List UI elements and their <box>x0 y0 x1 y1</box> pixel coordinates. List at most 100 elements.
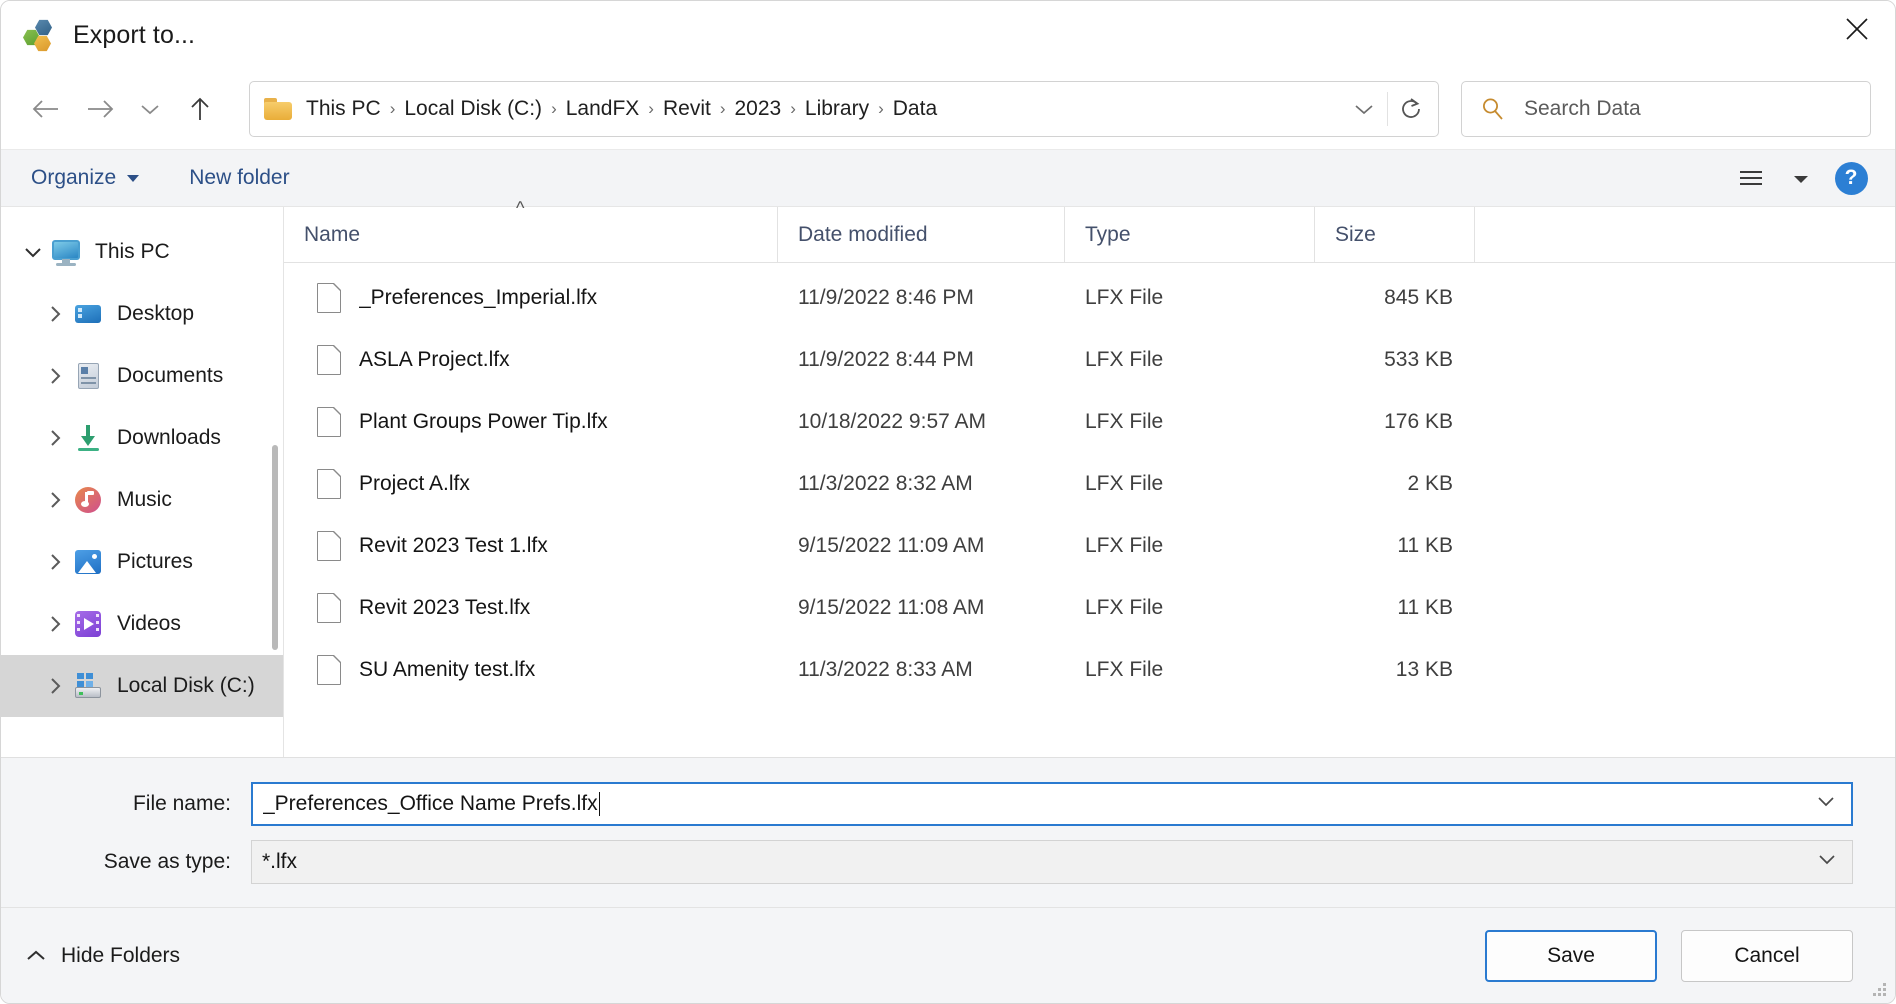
breadcrumb-item-revit[interactable]: Revit <box>657 93 717 125</box>
navigation-tree: This PC Desktop Documents Downloads Musi… <box>1 207 284 757</box>
sidebar-item-local-disk-c[interactable]: Local Disk (C:) <box>1 655 283 717</box>
file-size: 2 KB <box>1407 472 1453 495</box>
file-name-input[interactable]: _Preferences_Office Name Prefs.lfx <box>251 782 1853 826</box>
window-title: Export to... <box>73 20 196 49</box>
file-icon <box>317 406 342 437</box>
file-date: 10/18/2022 9:57 AM <box>798 410 986 433</box>
resize-grip-icon[interactable] <box>1873 983 1887 997</box>
expand-chevron-right-icon[interactable] <box>37 428 73 448</box>
new-folder-button[interactable]: New folder <box>189 166 289 190</box>
file-name-cell: _Preferences_Imperial.lfx <box>284 282 778 313</box>
file-type: LFX File <box>1085 596 1164 619</box>
help-button[interactable]: ? <box>1831 158 1871 198</box>
new-folder-label: New folder <box>189 166 290 189</box>
column-header-size[interactable]: Size <box>1315 207 1475 262</box>
monitor-icon <box>51 237 81 267</box>
expand-chevron-right-icon[interactable] <box>37 366 73 386</box>
pictures-icon <box>73 547 103 577</box>
forward-button[interactable] <box>73 85 127 133</box>
save-button[interactable]: Save <box>1485 929 1657 982</box>
table-row[interactable]: ASLA Project.lfx 11/9/2022 8:44 PM LFX F… <box>284 329 1895 391</box>
disk-icon <box>73 671 103 701</box>
sidebar-item-downloads[interactable]: Downloads <box>1 407 283 469</box>
sidebar-item-music[interactable]: Music <box>1 469 283 531</box>
back-button[interactable] <box>19 85 73 133</box>
column-header-name[interactable]: ^ Name <box>284 198 778 262</box>
column-header-label: Date modified <box>798 222 928 246</box>
file-type: LFX File <box>1085 348 1164 371</box>
chevron-down-icon <box>127 174 140 182</box>
title-bar: Export to... <box>1 1 1895 69</box>
music-icon <box>73 485 103 515</box>
expand-chevron-right-icon[interactable] <box>37 552 73 572</box>
close-icon <box>1846 18 1868 40</box>
sidebar-scrollbar[interactable] <box>272 445 278 650</box>
address-bar[interactable]: This PC › Local Disk (C:) › LandFX › Rev… <box>249 81 1439 137</box>
breadcrumb-separator: › <box>389 99 396 118</box>
up-arrow-icon <box>191 97 209 120</box>
file-name-dropdown-button[interactable] <box>1815 795 1837 813</box>
save-as-type-select[interactable]: *.lfx <box>251 840 1853 884</box>
breadcrumb-separator: › <box>648 99 654 118</box>
search-input[interactable]: Search Data <box>1461 81 1871 137</box>
table-row[interactable]: Revit 2023 Test.lfx 9/15/2022 11:08 AM L… <box>284 577 1895 639</box>
file-name-cell: Revit 2023 Test 1.lfx <box>284 530 778 561</box>
hide-folders-label: Hide Folders <box>61 943 181 967</box>
expand-chevron-right-icon[interactable] <box>37 304 73 324</box>
breadcrumb-item-library[interactable]: Library <box>799 93 875 125</box>
breadcrumb-item-this-pc[interactable]: This PC <box>300 93 387 125</box>
view-options-caret[interactable] <box>1781 158 1821 198</box>
file-icon <box>317 282 342 313</box>
file-type: LFX File <box>1085 472 1164 495</box>
organize-label: Organize <box>31 166 117 189</box>
column-header-type[interactable]: Type <box>1065 207 1315 262</box>
file-list-pane: ^ Name Date modified Type Size _Preferen… <box>284 198 1895 757</box>
organize-button[interactable]: Organize <box>31 166 140 190</box>
cancel-button[interactable]: Cancel <box>1681 929 1853 982</box>
expand-chevron-right-icon[interactable] <box>37 490 73 510</box>
sidebar-item-desktop[interactable]: Desktop <box>1 283 283 345</box>
file-name: ASLA Project.lfx <box>359 348 510 371</box>
recent-locations-button[interactable] <box>127 85 173 133</box>
sidebar-item-this-pc[interactable]: This PC <box>1 221 283 283</box>
breadcrumb-item-local-disk[interactable]: Local Disk (C:) <box>398 93 548 125</box>
column-header-label: Type <box>1085 222 1131 246</box>
view-list-icon <box>1740 171 1762 185</box>
save-as-type-dropdown-button[interactable] <box>1816 853 1838 871</box>
breadcrumb-item-landfx[interactable]: LandFX <box>560 93 646 125</box>
save-as-type-row: Save as type: *.lfx <box>1 840 1853 884</box>
file-date: 9/15/2022 11:08 AM <box>798 596 985 619</box>
file-date: 11/3/2022 8:33 AM <box>798 658 973 681</box>
close-button[interactable] <box>1819 1 1895 57</box>
breadcrumb-item-2023[interactable]: 2023 <box>729 93 788 125</box>
table-row[interactable]: SU Amenity test.lfx 11/3/2022 8:33 AM LF… <box>284 639 1895 701</box>
chevron-down-icon <box>1794 175 1808 183</box>
column-header-date-modified[interactable]: Date modified <box>778 207 1065 262</box>
table-row[interactable]: Revit 2023 Test 1.lfx 9/15/2022 11:09 AM… <box>284 515 1895 577</box>
refresh-button[interactable] <box>1388 86 1434 132</box>
table-row[interactable]: Project A.lfx 11/3/2022 8:32 AM LFX File… <box>284 453 1895 515</box>
breadcrumb-item-data[interactable]: Data <box>887 93 943 125</box>
file-name-label: File name: <box>132 792 231 815</box>
hide-folders-button[interactable]: Hide Folders <box>25 944 180 968</box>
address-dropdown-button[interactable] <box>1341 86 1387 132</box>
expand-chevron-right-icon[interactable] <box>37 614 73 634</box>
sidebar-item-pictures[interactable]: Pictures <box>1 531 283 593</box>
file-name: SU Amenity test.lfx <box>359 658 536 681</box>
breadcrumb-separator: › <box>878 99 884 118</box>
save-form: File name: _Preferences_Office Name Pref… <box>1 757 1895 907</box>
documents-icon <box>73 361 103 391</box>
hexagon-cluster-icon <box>23 18 57 52</box>
file-type: LFX File <box>1085 286 1164 309</box>
expand-chevron-right-icon[interactable] <box>37 676 73 696</box>
breadcrumb-separator: › <box>790 99 796 118</box>
sidebar-item-documents[interactable]: Documents <box>1 345 283 407</box>
text-cursor <box>598 792 601 816</box>
view-options-button[interactable] <box>1731 158 1771 198</box>
up-button[interactable] <box>173 85 227 133</box>
file-type: LFX File <box>1085 410 1164 433</box>
table-row[interactable]: _Preferences_Imperial.lfx 11/9/2022 8:46… <box>284 267 1895 329</box>
sidebar-item-videos[interactable]: Videos <box>1 593 283 655</box>
table-row[interactable]: Plant Groups Power Tip.lfx 10/18/2022 9:… <box>284 391 1895 453</box>
expand-chevron-down-icon[interactable] <box>15 245 51 259</box>
